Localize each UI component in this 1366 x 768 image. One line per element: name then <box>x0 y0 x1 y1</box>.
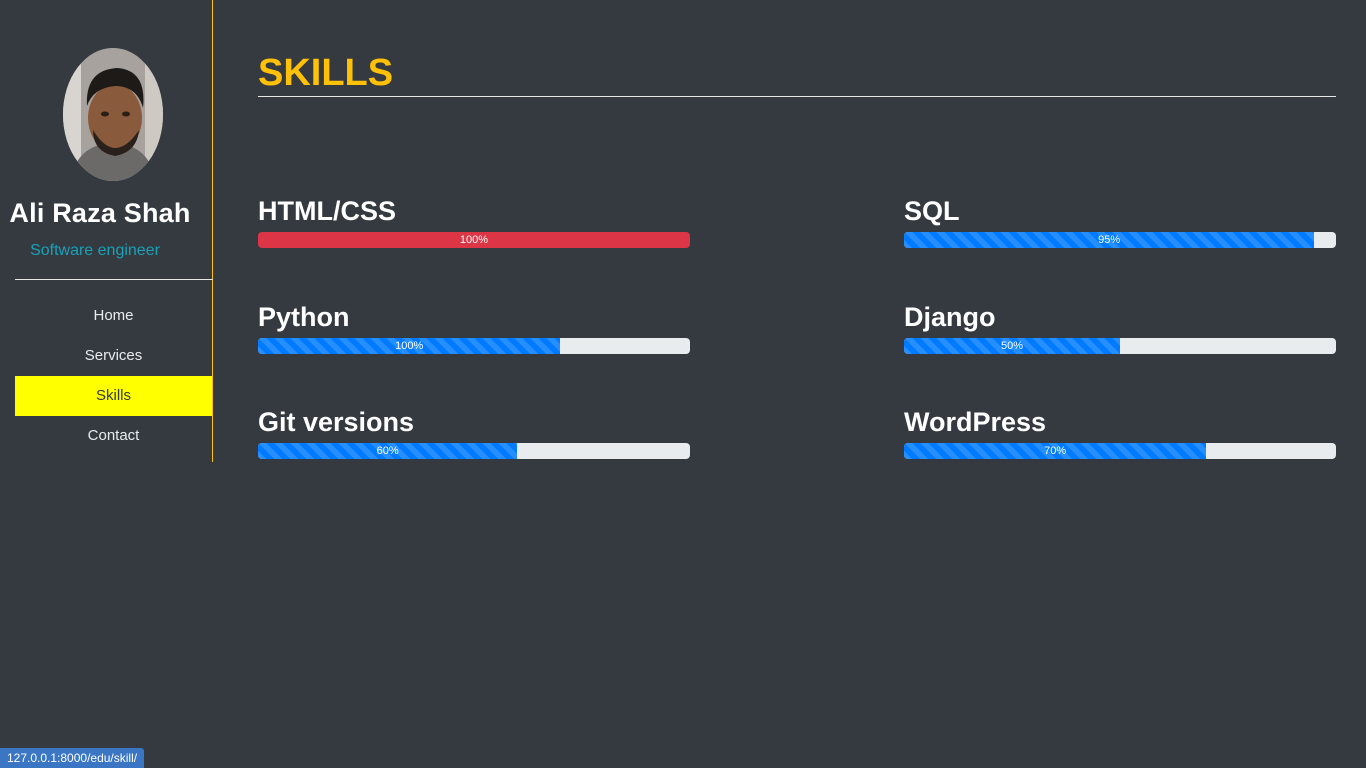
skill-python: Python 100% <box>258 300 690 354</box>
skill-html-css: HTML/CSS 100% <box>258 194 690 248</box>
skill-sql: SQL 95% <box>904 194 1336 248</box>
profile-photo <box>63 48 163 181</box>
progress-bar: 70% <box>904 443 1207 459</box>
sidebar-divider <box>15 279 213 280</box>
progress-bar: 95% <box>904 232 1315 248</box>
avatar <box>63 48 163 181</box>
title-divider <box>258 96 1336 97</box>
skill-django: Django 50% <box>904 300 1336 354</box>
skill-git-versions: Git versions 60% <box>258 405 690 459</box>
progress-track: 50% <box>904 338 1336 354</box>
progress-track: 60% <box>258 443 690 459</box>
page-title: SKILLS <box>258 52 394 94</box>
progress-bar: 60% <box>258 443 518 459</box>
progress-track: 95% <box>904 232 1336 248</box>
sidebar-nav: Home Services Skills Contact <box>15 296 212 456</box>
nav-item-home[interactable]: Home <box>15 296 212 336</box>
progress-track: 100% <box>258 338 690 354</box>
sidebar: Ali Raza Shah Software engineer Home Ser… <box>0 0 213 462</box>
progress-track: 70% <box>904 443 1336 459</box>
progress-bar: 100% <box>258 338 561 354</box>
progress-bar: 50% <box>904 338 1120 354</box>
skill-label: Git versions <box>258 407 415 437</box>
nav-item-contact[interactable]: Contact <box>15 416 212 456</box>
skill-label: Python <box>258 302 350 332</box>
browser-status-url: 127.0.0.1:8000/edu/skill/ <box>0 748 145 768</box>
skill-wordpress: WordPress 70% <box>904 405 1336 459</box>
nav-item-skills[interactable]: Skills <box>15 376 212 416</box>
skill-label: WordPress <box>904 407 1047 437</box>
skill-label: Django <box>904 302 996 332</box>
profile-role: Software engineer <box>30 242 160 259</box>
nav-item-services[interactable]: Services <box>15 336 212 376</box>
progress-track: 100% <box>258 232 690 248</box>
profile-name: Ali Raza Shah <box>9 198 191 228</box>
progress-bar: 100% <box>258 232 690 248</box>
skill-label: SQL <box>904 196 960 226</box>
skill-label: HTML/CSS <box>258 196 396 226</box>
